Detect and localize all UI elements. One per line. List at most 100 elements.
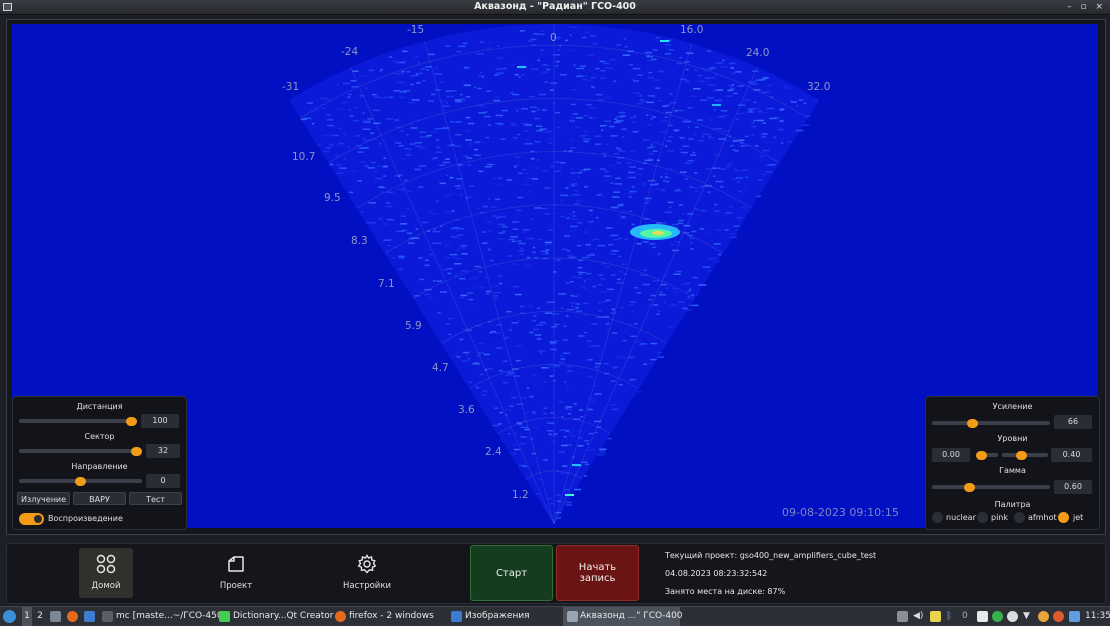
varu-button[interactable]: ВАРУ [73, 492, 126, 505]
current-datetime: 04.08.2023 08:23:32:542 [665, 569, 768, 578]
gain-label: Усиление [992, 402, 1033, 411]
scan-timestamp: 09-08-2023 09:10:15 [782, 506, 899, 519]
taskbar: 1 2 mc [maste...~/ГСО-450 Dictionary...Q… [0, 606, 1110, 626]
gamma-slider-handle[interactable] [964, 483, 975, 492]
direction-slider-handle[interactable] [75, 477, 86, 486]
window-title: Аквазонд - "Радиан" ГСО-400 [474, 1, 636, 12]
levels-high-handle[interactable] [1016, 451, 1027, 460]
levels-low-handle[interactable] [976, 451, 987, 460]
files-icon[interactable] [50, 611, 61, 622]
angle-label: 16.0 [680, 24, 704, 36]
mc-task-icon [102, 611, 113, 622]
range-label: 10.7 [292, 151, 316, 163]
sector-value[interactable]: 32 [146, 444, 180, 458]
gear-icon [357, 554, 377, 574]
gain-value[interactable]: 66 [1054, 415, 1092, 429]
angle-label: -24 [341, 46, 359, 58]
palette-label: Палитра [994, 500, 1031, 509]
task-akvazond[interactable]: Аквазонд ..." ГСО-400 [563, 607, 683, 626]
angle-label: 0 [550, 32, 557, 44]
test-button[interactable]: Тест [129, 492, 182, 505]
firefox-icon[interactable] [67, 611, 78, 622]
gamma-slider[interactable] [932, 483, 1050, 492]
angle-label: -15 [407, 24, 425, 36]
folder-icon [228, 556, 244, 572]
distance-value[interactable]: 100 [141, 414, 179, 428]
settings-label: Настройки [342, 581, 391, 591]
start-button[interactable]: Старт [470, 545, 553, 601]
task-qtcreator[interactable]: Dictionary...Qt Creator [233, 607, 334, 626]
terminal-icon[interactable] [84, 611, 95, 622]
home-button[interactable]: Домой [79, 548, 133, 598]
project-label: Проект [219, 581, 253, 591]
volume-icon[interactable]: ◀) [913, 611, 924, 622]
workspace-2[interactable]: 2 [35, 607, 45, 626]
angle-label: 24.0 [746, 47, 770, 59]
bluetooth-icon[interactable]: ᛒ [946, 611, 957, 622]
range-label: 5.9 [405, 320, 422, 332]
clipboard-icon[interactable] [897, 611, 908, 622]
distance-slider-handle[interactable] [126, 417, 137, 426]
settings-button[interactable]: Настройки [340, 548, 394, 598]
palette-option-nuclear[interactable]: nuclear [946, 513, 976, 522]
range-label: 3.6 [458, 404, 475, 416]
update-icon[interactable] [992, 611, 1003, 622]
levels-low-value[interactable]: 0.00 [932, 448, 970, 462]
project-button[interactable]: Проект [209, 548, 263, 598]
angle-label: -31 [282, 81, 300, 93]
levels-high-slider[interactable] [1002, 451, 1048, 460]
range-label: 1.2 [512, 489, 529, 501]
playback-toggle[interactable] [19, 513, 44, 525]
clock: 11:35 [1085, 611, 1110, 621]
notes-icon[interactable] [930, 611, 941, 622]
palette-radio-nuclear[interactable] [932, 512, 943, 523]
palette-option-afmhot[interactable]: afmhot [1028, 513, 1057, 522]
emission-button[interactable]: Излучение [17, 492, 70, 505]
task-mc[interactable]: mc [maste...~/ГСО-450 [116, 607, 223, 626]
gamma-value[interactable]: 0.60 [1054, 480, 1092, 494]
levels-low-slider[interactable] [976, 451, 998, 460]
task-firefox[interactable]: firefox - 2 windows [349, 607, 434, 626]
gain-slider[interactable] [932, 419, 1050, 428]
angle-label: 32.0 [807, 81, 831, 93]
gamma-label: Гамма [999, 466, 1026, 475]
levels-high-value[interactable]: 0.40 [1051, 448, 1092, 462]
power-icon[interactable] [1038, 611, 1049, 622]
range-label: 2.4 [485, 446, 502, 458]
sonar-control-panel: Дистанция 100 Сектор 32 Направление 0 Из… [12, 396, 187, 530]
distance-slider[interactable] [19, 417, 137, 426]
network-icon[interactable]: ▼ [1023, 611, 1034, 622]
palette-radio-pink[interactable] [977, 512, 988, 523]
palette-option-jet[interactable]: jet [1073, 513, 1083, 522]
window-titlebar[interactable]: Аквазонд - "Радиан" ГСО-400 – ▫ × [0, 0, 1110, 15]
start-recording-button[interactable]: Начать запись [556, 545, 639, 601]
akvazond-task-icon [567, 611, 578, 622]
task-images[interactable]: Изображения [465, 607, 530, 626]
record-label-line1: Начать [578, 562, 617, 573]
sector-slider-handle[interactable] [131, 447, 142, 456]
record-icon[interactable] [1007, 611, 1018, 622]
ubuntu-icon[interactable] [1053, 611, 1064, 622]
start-label: Старт [495, 567, 528, 579]
start-menu-icon[interactable] [3, 610, 16, 623]
palette-radio-afmhot[interactable] [1014, 512, 1025, 523]
current-project: Текущий проект: gso400_new_amplifiers_cu… [665, 551, 877, 560]
palette-option-pink[interactable]: pink [991, 513, 1008, 522]
document-icon[interactable] [977, 611, 988, 622]
direction-value[interactable]: 0 [146, 474, 180, 488]
sector-slider[interactable] [19, 447, 142, 456]
playback-label: Воспроизведение [48, 514, 123, 523]
gain-slider-handle[interactable] [967, 419, 978, 428]
qtcreator-task-icon [219, 611, 230, 622]
range-label: 7.1 [378, 278, 395, 290]
direction-slider[interactable] [19, 477, 142, 486]
tray-number: 0 [962, 611, 968, 621]
disk-usage: Занято места на диске: 87% [665, 587, 786, 596]
window-controls[interactable]: – ▫ × [1067, 0, 1106, 14]
display-icon[interactable] [1069, 611, 1080, 622]
distance-label: Дистанция [76, 402, 123, 411]
palette-radio-jet[interactable] [1058, 512, 1069, 523]
image-control-panel: Усиление 66 Уровни 0.00 0.40 Гамма 0.60 … [925, 396, 1100, 530]
levels-label: Уровни [997, 434, 1028, 443]
workspace-1[interactable]: 1 [22, 607, 32, 626]
